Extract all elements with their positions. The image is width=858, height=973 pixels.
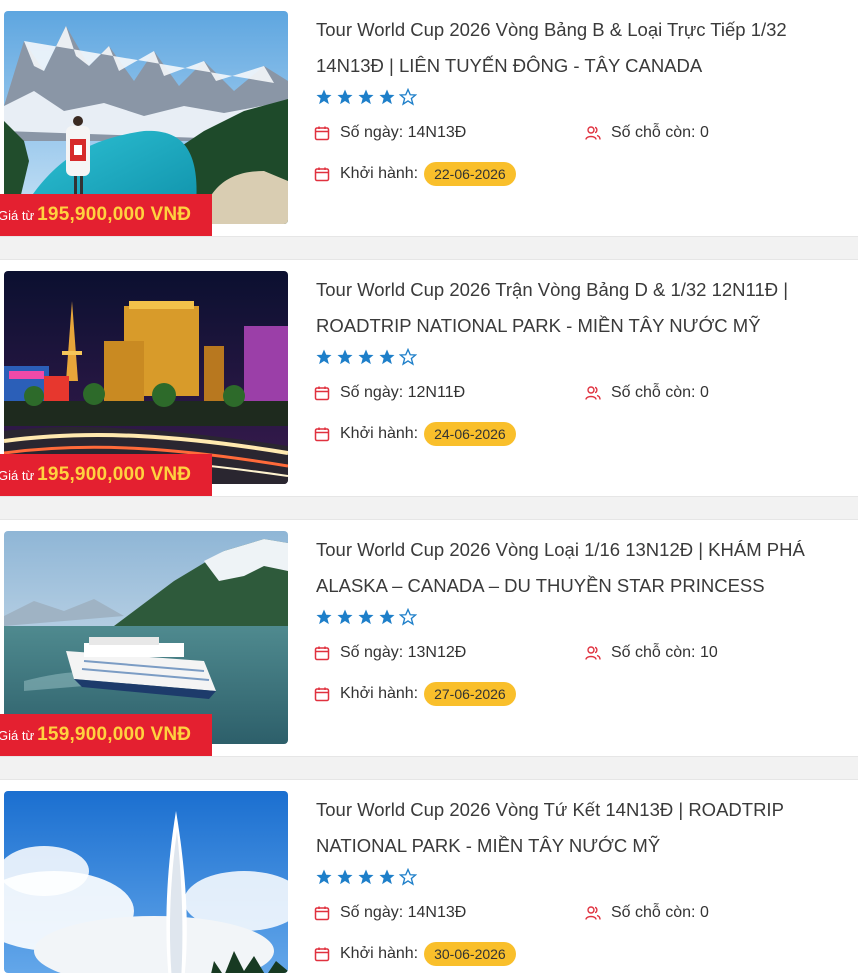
seats-info: Số chỗ còn: 0 xyxy=(585,904,709,922)
tour-title[interactable]: Tour World Cup 2026 Vòng Loại 1/16 13N12… xyxy=(316,532,836,604)
departure-info: Khởi hành: 24-06-2026 xyxy=(314,422,516,446)
seats-label: Số chỗ còn: xyxy=(611,124,696,141)
tour-image[interactable] xyxy=(4,271,288,484)
rating-stars xyxy=(315,868,417,886)
tour-image[interactable] xyxy=(4,791,288,973)
seats-info: Số chỗ còn: 10 xyxy=(585,644,718,662)
seats-label: Số chỗ còn: xyxy=(611,644,696,661)
departure-date-badge[interactable]: 24-06-2026 xyxy=(424,422,516,446)
card-separator xyxy=(0,756,858,780)
seats-label: Số chỗ còn: xyxy=(611,384,696,401)
seats-label: Số chỗ còn: xyxy=(611,904,696,921)
star-filled-icon xyxy=(337,349,353,365)
star-filled-icon xyxy=(358,89,374,105)
users-icon xyxy=(585,906,601,920)
calendar-icon xyxy=(314,126,330,141)
tour-title[interactable]: Tour World Cup 2026 Vòng Bảng B & Loại T… xyxy=(316,12,836,84)
star-filled-icon xyxy=(379,349,395,365)
card-separator xyxy=(0,496,858,520)
tour-list: Giá từ 195,900,000 VNĐ Tour World Cup 20… xyxy=(0,0,858,973)
days-label: Số ngày: xyxy=(340,124,404,141)
calendar-icon xyxy=(314,646,330,661)
star-filled-icon xyxy=(316,869,332,885)
star-filled-icon xyxy=(358,609,374,625)
tour-card[interactable]: Giá từ 195,900,000 VNĐ Tour World Cup 20… xyxy=(0,0,858,236)
departure-info: Khởi hành: 22-06-2026 xyxy=(314,162,516,186)
price-tag: Giá từ 195,900,000 VNĐ xyxy=(0,454,212,496)
star-empty-icon xyxy=(399,608,417,626)
days-label: Số ngày: xyxy=(340,384,404,401)
price-from-label: Giá từ xyxy=(0,467,35,483)
users-icon xyxy=(585,386,601,400)
star-filled-icon xyxy=(379,609,395,625)
price-from-label: Giá từ xyxy=(0,207,35,223)
calendar-icon xyxy=(314,687,330,702)
calendar-icon xyxy=(314,386,330,401)
days-value: 14N13Đ xyxy=(407,904,467,921)
star-empty-icon xyxy=(399,348,417,366)
days-value: 14N13Đ xyxy=(407,124,467,141)
seats-value: 0 xyxy=(699,384,709,401)
seats-info: Số chỗ còn: 0 xyxy=(585,384,709,402)
star-empty-icon xyxy=(399,88,417,106)
departure-label: Khởi hành: xyxy=(340,685,419,702)
star-filled-icon xyxy=(316,89,332,105)
calendar-icon xyxy=(314,947,330,962)
departure-info: Khởi hành: 30-06-2026 xyxy=(314,942,516,966)
star-filled-icon xyxy=(358,349,374,365)
price-tag: Giá từ 195,900,000 VNĐ xyxy=(0,194,212,236)
seats-value: 0 xyxy=(699,124,709,141)
users-icon xyxy=(585,646,601,660)
price-amount: 159,900,000 VNĐ xyxy=(37,724,192,745)
price-tag: Giá từ 159,900,000 VNĐ xyxy=(0,714,212,756)
tour-image[interactable] xyxy=(4,531,288,744)
days-info: Số ngày: 13N12Đ xyxy=(314,644,466,662)
price-from-label: Giá từ xyxy=(0,727,35,743)
tour-card[interactable]: Tour World Cup 2026 Vòng Tứ Kết 14N13Đ |… xyxy=(0,780,858,973)
departure-info: Khởi hành: 27-06-2026 xyxy=(314,682,516,706)
calendar-icon xyxy=(314,906,330,921)
departure-date-badge[interactable]: 22-06-2026 xyxy=(424,162,516,186)
seats-info: Số chỗ còn: 0 xyxy=(585,124,709,142)
seats-value: 0 xyxy=(699,904,709,921)
tour-card[interactable]: Giá từ 195,900,000 VNĐ Tour World Cup 20… xyxy=(0,260,858,496)
rating-stars xyxy=(315,348,417,366)
days-label: Số ngày: xyxy=(340,644,404,661)
days-value: 12N11Đ xyxy=(407,384,466,401)
star-filled-icon xyxy=(379,869,395,885)
days-info: Số ngày: 12N11Đ xyxy=(314,384,465,402)
departure-date-badge[interactable]: 27-06-2026 xyxy=(424,682,516,706)
rating-stars xyxy=(315,608,417,626)
star-filled-icon xyxy=(379,89,395,105)
star-filled-icon xyxy=(316,349,332,365)
seats-value: 10 xyxy=(699,644,718,661)
tour-image[interactable] xyxy=(4,11,288,224)
star-filled-icon xyxy=(337,609,353,625)
rating-stars xyxy=(315,88,417,106)
departure-label: Khởi hành: xyxy=(340,945,419,962)
star-filled-icon xyxy=(337,89,353,105)
departure-label: Khởi hành: xyxy=(340,425,419,442)
days-label: Số ngày: xyxy=(340,904,404,921)
calendar-icon xyxy=(314,427,330,442)
star-filled-icon xyxy=(358,869,374,885)
star-empty-icon xyxy=(399,868,417,886)
departure-date-badge[interactable]: 30-06-2026 xyxy=(424,942,516,966)
star-filled-icon xyxy=(316,609,332,625)
calendar-icon xyxy=(314,167,330,182)
tour-card[interactable]: Giá từ 159,900,000 VNĐ Tour World Cup 20… xyxy=(0,520,858,756)
users-icon xyxy=(585,126,601,140)
price-amount: 195,900,000 VNĐ xyxy=(37,464,192,485)
departure-label: Khởi hành: xyxy=(340,165,419,182)
star-filled-icon xyxy=(337,869,353,885)
days-value: 13N12Đ xyxy=(407,644,467,661)
tour-title[interactable]: Tour World Cup 2026 Trận Vòng Bảng D & 1… xyxy=(316,272,836,344)
card-separator xyxy=(0,236,858,260)
days-info: Số ngày: 14N13Đ xyxy=(314,904,466,922)
price-amount: 195,900,000 VNĐ xyxy=(37,204,192,225)
tour-title[interactable]: Tour World Cup 2026 Vòng Tứ Kết 14N13Đ |… xyxy=(316,792,836,864)
days-info: Số ngày: 14N13Đ xyxy=(314,124,466,142)
